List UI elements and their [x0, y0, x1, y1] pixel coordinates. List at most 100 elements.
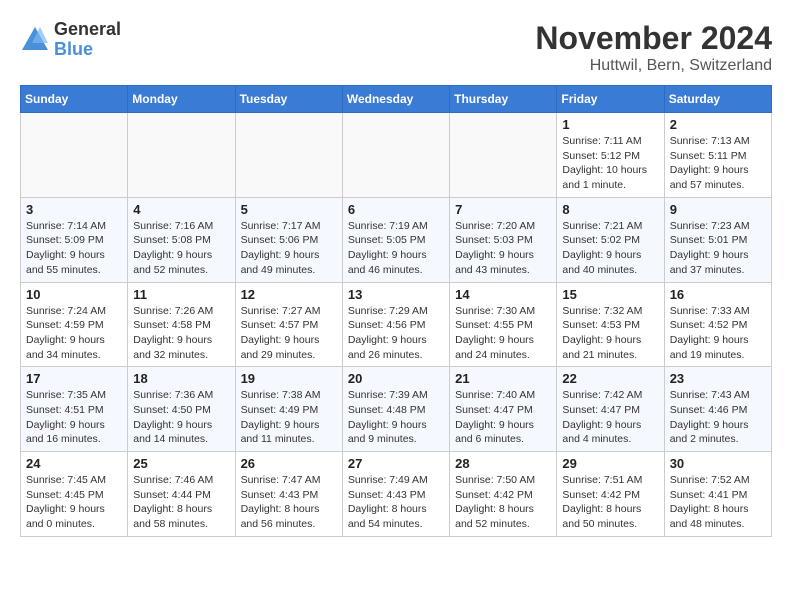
day-number: 17 — [26, 371, 122, 386]
calendar-week-3: 10 Sunrise: 7:24 AM Sunset: 4:59 PM Dayli… — [21, 282, 772, 367]
day-info: Sunrise: 7:13 AM Sunset: 5:11 PM Dayligh… — [670, 134, 766, 193]
calendar-header-wednesday: Wednesday — [342, 86, 449, 113]
day-number: 14 — [455, 287, 551, 302]
day-number: 22 — [562, 371, 658, 386]
calendar-week-4: 17 Sunrise: 7:35 AM Sunset: 4:51 PM Dayli… — [21, 367, 772, 452]
day-number: 18 — [133, 371, 229, 386]
day-info: Sunrise: 7:45 AM Sunset: 4:45 PM Dayligh… — [26, 473, 122, 532]
calendar-cell: 27Sunrise: 7:49 AM Sunset: 4:43 PM Dayli… — [342, 452, 449, 537]
day-number: 28 — [455, 456, 551, 471]
calendar-cell: 28Sunrise: 7:50 AM Sunset: 4:42 PM Dayli… — [450, 452, 557, 537]
calendar-cell: 8Sunrise: 7:21 AM Sunset: 5:02 PM Daylig… — [557, 197, 664, 282]
calendar-cell: 3 Sunrise: 7:14 AM Sunset: 5:09 PM Daylig… — [21, 197, 128, 282]
logo: General Blue — [20, 20, 121, 60]
calendar-cell: 10 Sunrise: 7:24 AM Sunset: 4:59 PM Dayli… — [21, 282, 128, 367]
day-info: Sunrise: 7:52 AM Sunset: 4:41 PM Dayligh… — [670, 473, 766, 532]
day-number: 30 — [670, 456, 766, 471]
location: Huttwil, Bern, Switzerland — [535, 57, 772, 75]
day-number: 11 — [133, 287, 229, 302]
calendar-cell: 18 Sunrise: 7:36 AM Sunset: 4:50 PM Dayli… — [128, 367, 235, 452]
day-info: Sunrise: 7:17 AM Sunset: 5:06 PM Dayligh… — [241, 219, 337, 278]
calendar-cell: 5 Sunrise: 7:17 AM Sunset: 5:06 PM Daylig… — [235, 197, 342, 282]
day-number: 20 — [348, 371, 444, 386]
day-info: Sunrise: 7:47 AM Sunset: 4:43 PM Dayligh… — [241, 473, 337, 532]
day-info: Sunrise: 7:39 AM Sunset: 4:48 PM Dayligh… — [348, 388, 444, 447]
day-info: Sunrise: 7:11 AM Sunset: 5:12 PM Dayligh… — [562, 134, 658, 193]
calendar-cell — [450, 113, 557, 198]
day-number: 19 — [241, 371, 337, 386]
calendar-cell: 20 Sunrise: 7:39 AM Sunset: 4:48 PM Dayli… — [342, 367, 449, 452]
calendar-cell: 22 Sunrise: 7:42 AM Sunset: 4:47 PM Dayli… — [557, 367, 664, 452]
logo-blue: Blue — [54, 39, 93, 59]
logo-icon — [20, 25, 50, 55]
day-info: Sunrise: 7:29 AM Sunset: 4:56 PM Dayligh… — [348, 304, 444, 363]
calendar-cell: 9Sunrise: 7:23 AM Sunset: 5:01 PM Daylig… — [664, 197, 771, 282]
calendar-cell: 21 Sunrise: 7:40 AM Sunset: 4:47 PM Dayli… — [450, 367, 557, 452]
day-number: 27 — [348, 456, 444, 471]
day-info: Sunrise: 7:16 AM Sunset: 5:08 PM Dayligh… — [133, 219, 229, 278]
calendar-header-friday: Friday — [557, 86, 664, 113]
day-info: Sunrise: 7:42 AM Sunset: 4:47 PM Dayligh… — [562, 388, 658, 447]
day-number: 3 — [26, 202, 122, 217]
day-number: 24 — [26, 456, 122, 471]
calendar-cell: 16 Sunrise: 7:33 AM Sunset: 4:52 PM Dayli… — [664, 282, 771, 367]
calendar-cell — [128, 113, 235, 198]
month-year: November 2024 — [535, 20, 772, 57]
day-number: 12 — [241, 287, 337, 302]
day-number: 29 — [562, 456, 658, 471]
day-info: Sunrise: 7:33 AM Sunset: 4:52 PM Dayligh… — [670, 304, 766, 363]
day-info: Sunrise: 7:38 AM Sunset: 4:49 PM Dayligh… — [241, 388, 337, 447]
day-number: 16 — [670, 287, 766, 302]
logo-text: General Blue — [54, 20, 121, 60]
day-info: Sunrise: 7:27 AM Sunset: 4:57 PM Dayligh… — [241, 304, 337, 363]
calendar-cell: 4 Sunrise: 7:16 AM Sunset: 5:08 PM Daylig… — [128, 197, 235, 282]
calendar-cell: 1Sunrise: 7:11 AM Sunset: 5:12 PM Daylig… — [557, 113, 664, 198]
day-info: Sunrise: 7:36 AM Sunset: 4:50 PM Dayligh… — [133, 388, 229, 447]
calendar-cell: 11 Sunrise: 7:26 AM Sunset: 4:58 PM Dayli… — [128, 282, 235, 367]
calendar-cell: 26Sunrise: 7:47 AM Sunset: 4:43 PM Dayli… — [235, 452, 342, 537]
calendar-cell — [21, 113, 128, 198]
day-number: 25 — [133, 456, 229, 471]
calendar-cell: 15Sunrise: 7:32 AM Sunset: 4:53 PM Dayli… — [557, 282, 664, 367]
day-number: 13 — [348, 287, 444, 302]
day-info: Sunrise: 7:24 AM Sunset: 4:59 PM Dayligh… — [26, 304, 122, 363]
calendar: SundayMondayTuesdayWednesdayThursdayFrid… — [20, 85, 772, 537]
calendar-header-monday: Monday — [128, 86, 235, 113]
day-number: 5 — [241, 202, 337, 217]
day-info: Sunrise: 7:26 AM Sunset: 4:58 PM Dayligh… — [133, 304, 229, 363]
calendar-cell: 7 Sunrise: 7:20 AM Sunset: 5:03 PM Daylig… — [450, 197, 557, 282]
day-number: 10 — [26, 287, 122, 302]
calendar-cell: 12 Sunrise: 7:27 AM Sunset: 4:57 PM Dayli… — [235, 282, 342, 367]
calendar-cell: 24 Sunrise: 7:45 AM Sunset: 4:45 PM Dayli… — [21, 452, 128, 537]
day-number: 4 — [133, 202, 229, 217]
day-number: 21 — [455, 371, 551, 386]
day-number: 8 — [562, 202, 658, 217]
calendar-header-saturday: Saturday — [664, 86, 771, 113]
calendar-header-tuesday: Tuesday — [235, 86, 342, 113]
calendar-cell: 17 Sunrise: 7:35 AM Sunset: 4:51 PM Dayli… — [21, 367, 128, 452]
calendar-cell — [342, 113, 449, 198]
calendar-cell: 13 Sunrise: 7:29 AM Sunset: 4:56 PM Dayli… — [342, 282, 449, 367]
day-info: Sunrise: 7:14 AM Sunset: 5:09 PM Dayligh… — [26, 219, 122, 278]
day-info: Sunrise: 7:43 AM Sunset: 4:46 PM Dayligh… — [670, 388, 766, 447]
day-info: Sunrise: 7:35 AM Sunset: 4:51 PM Dayligh… — [26, 388, 122, 447]
calendar-week-5: 24 Sunrise: 7:45 AM Sunset: 4:45 PM Dayli… — [21, 452, 772, 537]
day-info: Sunrise: 7:19 AM Sunset: 5:05 PM Dayligh… — [348, 219, 444, 278]
day-number: 2 — [670, 117, 766, 132]
calendar-cell: 14Sunrise: 7:30 AM Sunset: 4:55 PM Dayli… — [450, 282, 557, 367]
calendar-week-1: 1Sunrise: 7:11 AM Sunset: 5:12 PM Daylig… — [21, 113, 772, 198]
calendar-week-2: 3 Sunrise: 7:14 AM Sunset: 5:09 PM Daylig… — [21, 197, 772, 282]
calendar-cell: 30 Sunrise: 7:52 AM Sunset: 4:41 PM Dayli… — [664, 452, 771, 537]
day-info: Sunrise: 7:51 AM Sunset: 4:42 PM Dayligh… — [562, 473, 658, 532]
calendar-cell: 23Sunrise: 7:43 AM Sunset: 4:46 PM Dayli… — [664, 367, 771, 452]
day-info: Sunrise: 7:20 AM Sunset: 5:03 PM Dayligh… — [455, 219, 551, 278]
day-info: Sunrise: 7:32 AM Sunset: 4:53 PM Dayligh… — [562, 304, 658, 363]
day-info: Sunrise: 7:40 AM Sunset: 4:47 PM Dayligh… — [455, 388, 551, 447]
day-info: Sunrise: 7:46 AM Sunset: 4:44 PM Dayligh… — [133, 473, 229, 532]
calendar-header-thursday: Thursday — [450, 86, 557, 113]
calendar-header-sunday: Sunday — [21, 86, 128, 113]
day-number: 7 — [455, 202, 551, 217]
calendar-header-row: SundayMondayTuesdayWednesdayThursdayFrid… — [21, 86, 772, 113]
calendar-cell: 29 Sunrise: 7:51 AM Sunset: 4:42 PM Dayli… — [557, 452, 664, 537]
header: General Blue November 2024 Huttwil, Bern… — [20, 20, 772, 75]
